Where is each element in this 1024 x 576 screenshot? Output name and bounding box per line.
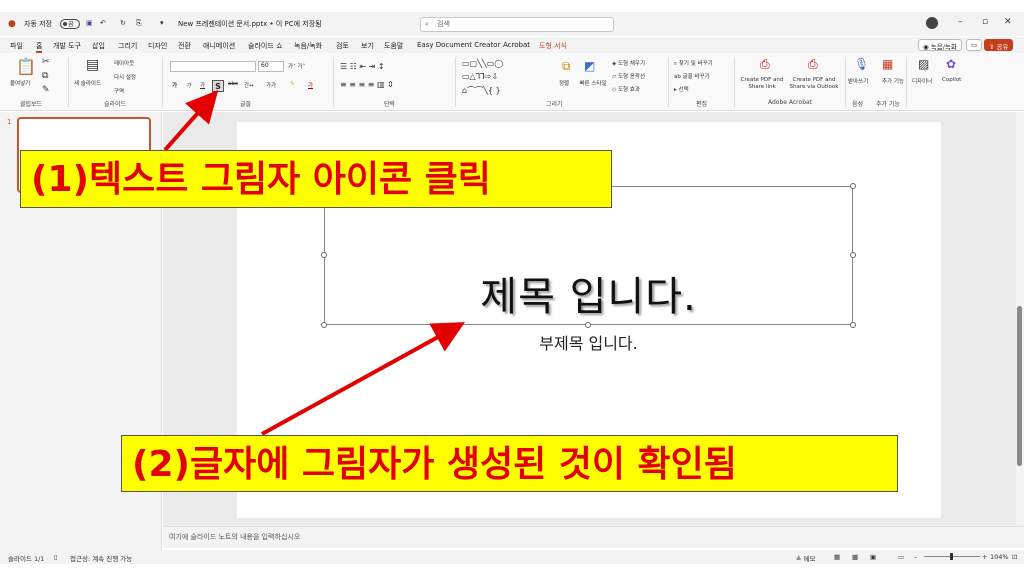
callout-step1: (1)텍스트 그림자 아이콘 클릭 <box>20 150 612 208</box>
arrow-to-shadow-button <box>163 90 219 152</box>
arrow-to-title <box>261 322 466 436</box>
callout-step2: (2)글자에 그림자가 생성된 것이 확인됨 <box>121 435 898 492</box>
